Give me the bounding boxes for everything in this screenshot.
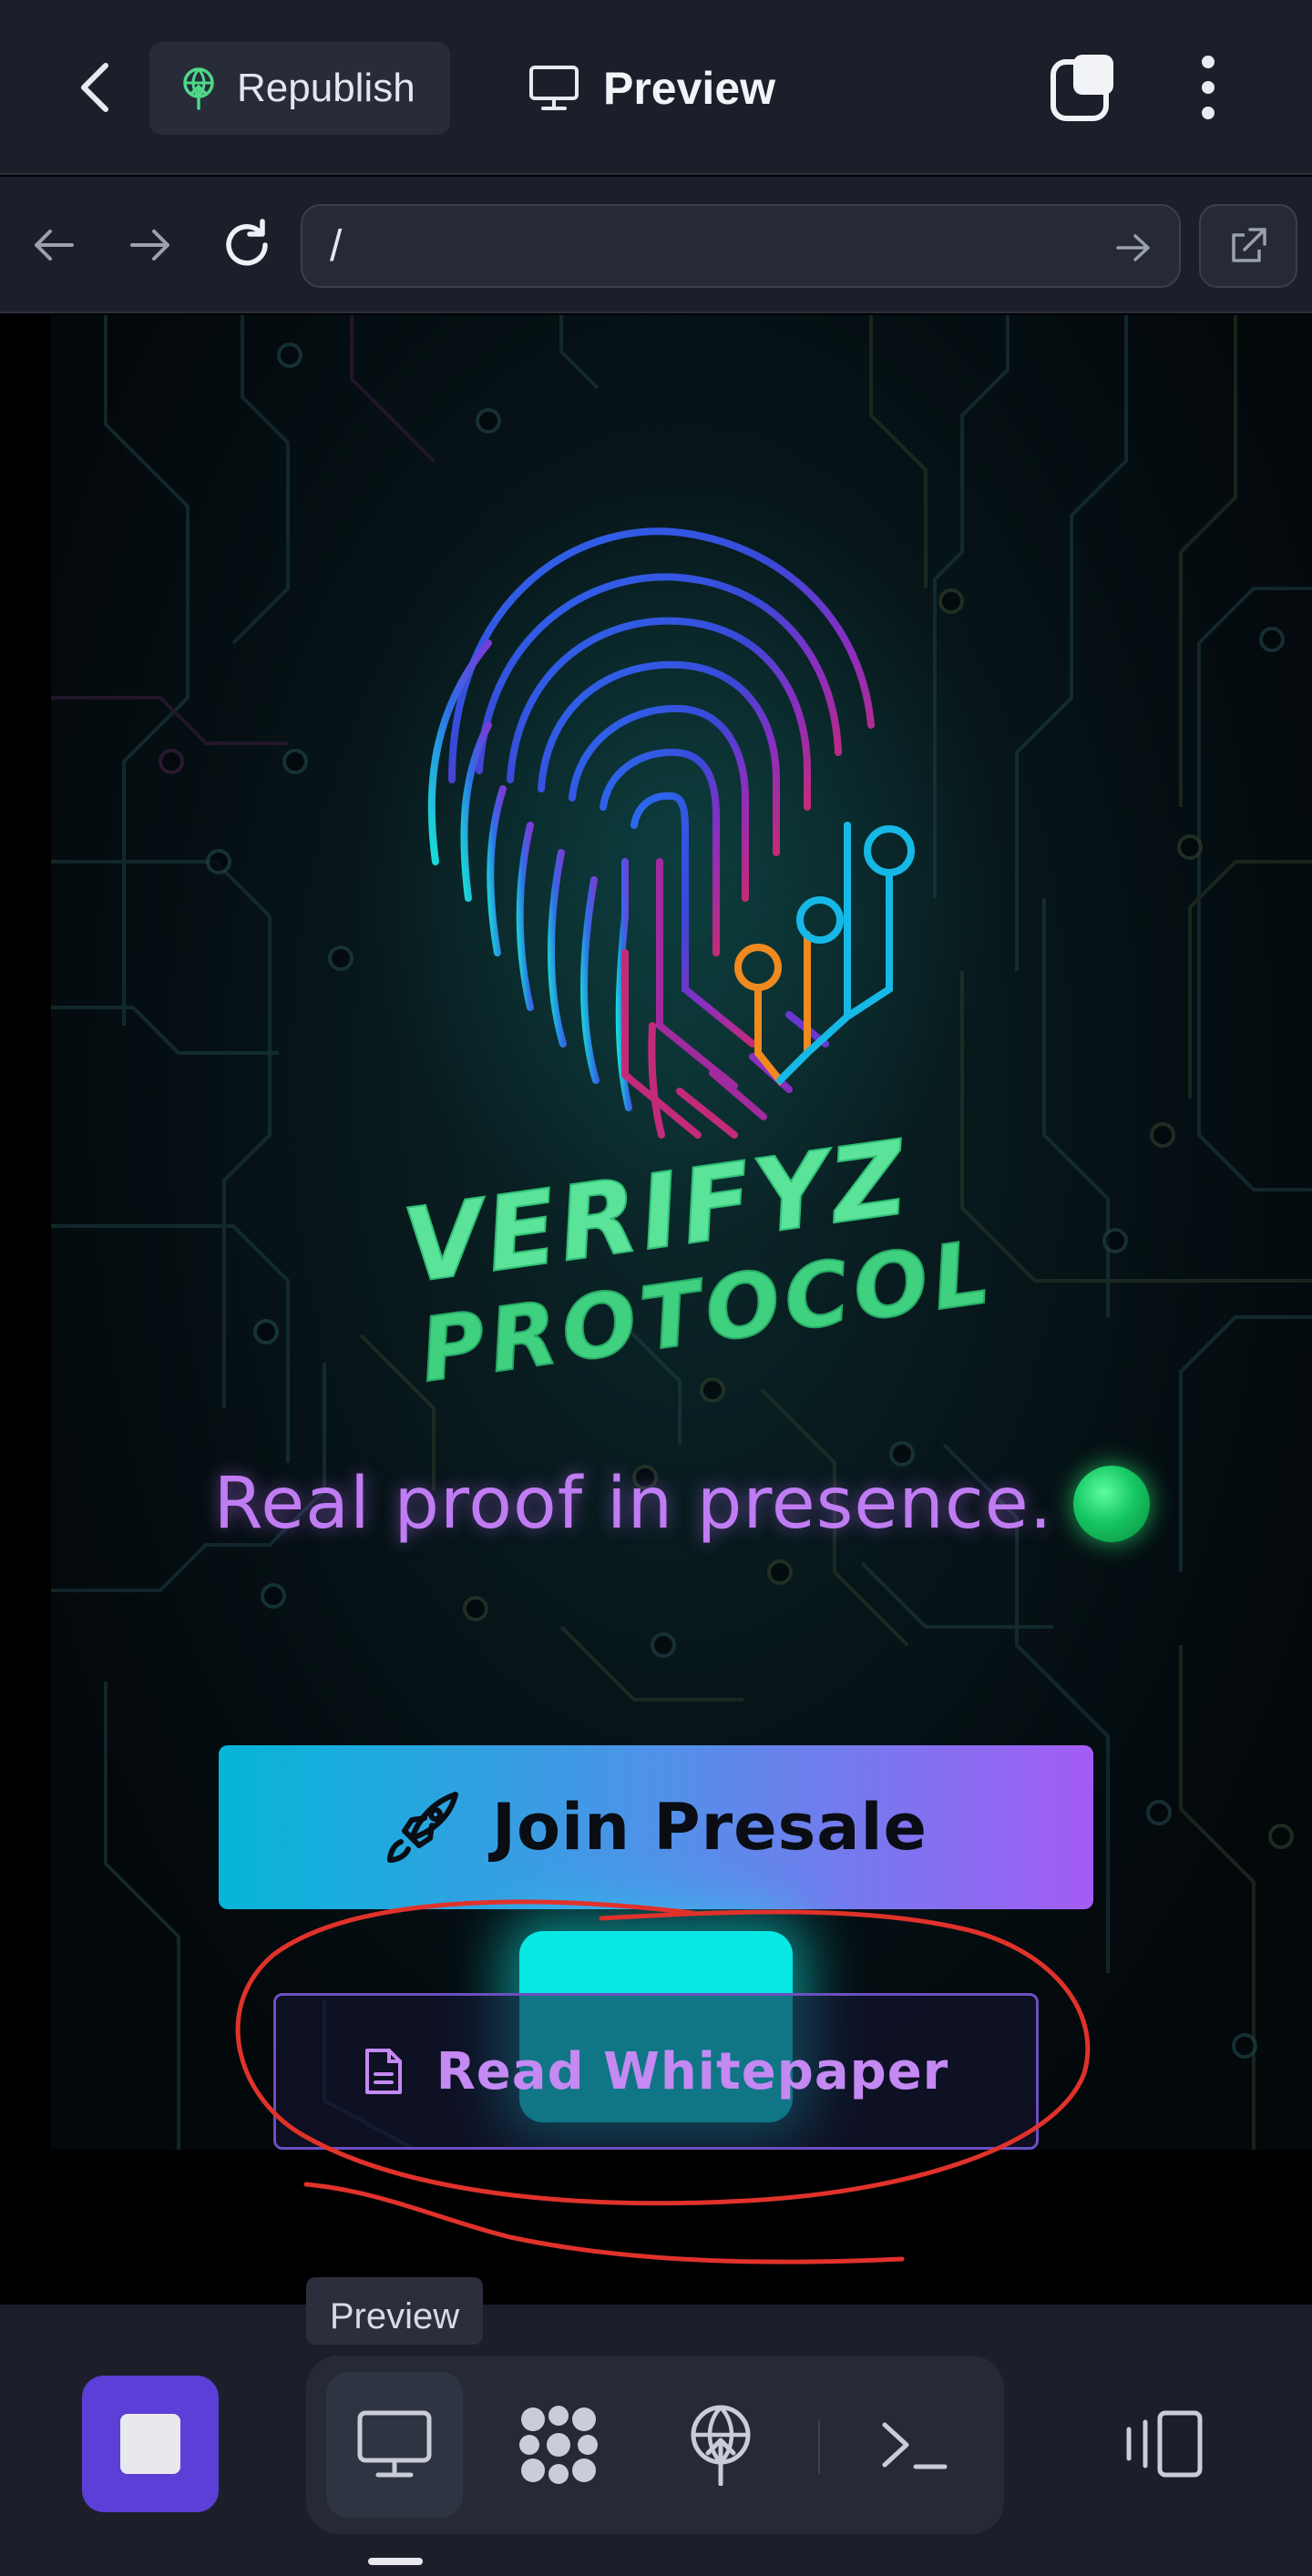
url-bar[interactable] bbox=[301, 204, 1181, 288]
republish-button[interactable]: Republish bbox=[149, 42, 450, 135]
preview-tab[interactable]: Preview bbox=[528, 42, 775, 135]
site-hero: VERIFYZ PROTOCOL Real proof in presence.… bbox=[51, 315, 1312, 2150]
devices-icon bbox=[1126, 2410, 1203, 2478]
back-button[interactable] bbox=[62, 55, 128, 120]
document-icon bbox=[364, 2049, 402, 2094]
rocket-icon bbox=[386, 1792, 458, 1863]
tool-apps[interactable] bbox=[490, 2372, 627, 2518]
preview-viewport: VERIFYZ PROTOCOL Real proof in presence.… bbox=[0, 315, 1312, 2305]
monitor-icon bbox=[529, 66, 579, 110]
republish-label: Republish bbox=[237, 66, 415, 110]
home-indicator bbox=[368, 2558, 423, 2565]
republish-icon bbox=[183, 67, 214, 110]
url-go-icon bbox=[1116, 234, 1150, 261]
join-presale-label: Join Presale bbox=[491, 1790, 928, 1865]
bottom-toolbar bbox=[0, 2305, 1312, 2576]
deploy-icon bbox=[691, 2405, 751, 2486]
stop-icon bbox=[120, 2414, 180, 2474]
open-external-icon bbox=[1232, 228, 1266, 262]
devices-button[interactable] bbox=[1102, 2376, 1221, 2512]
join-presale-button[interactable]: Join Presale bbox=[219, 1745, 1093, 1909]
browser-toolbar bbox=[0, 177, 1312, 313]
tabs-button[interactable] bbox=[1048, 51, 1121, 124]
read-whitepaper-label: Read Whitepaper bbox=[436, 2041, 949, 2101]
verifyz-logo: VERIFYZ PROTOCOL bbox=[352, 479, 1008, 1390]
tool-group bbox=[306, 2356, 1004, 2534]
tooltip-text: Preview bbox=[329, 2296, 460, 2336]
preview-tab-label: Preview bbox=[603, 63, 776, 114]
monitor-icon bbox=[357, 2410, 432, 2478]
reload-icon bbox=[226, 219, 268, 266]
tool-preview[interactable] bbox=[326, 2372, 463, 2518]
browser-forward-button[interactable] bbox=[117, 211, 184, 279]
arrow-left-icon bbox=[35, 230, 74, 261]
kebab-icon bbox=[1202, 56, 1215, 68]
browser-back-button[interactable] bbox=[20, 211, 87, 279]
reload-button[interactable] bbox=[213, 211, 281, 279]
tool-deploy[interactable] bbox=[652, 2372, 789, 2518]
arrow-right-icon bbox=[130, 230, 169, 261]
tool-shell[interactable] bbox=[846, 2372, 982, 2518]
read-whitepaper-button[interactable]: Read Whitepaper bbox=[273, 1993, 1039, 2150]
toolbar-divider bbox=[818, 2419, 820, 2474]
app-header: Republish Preview bbox=[0, 0, 1312, 175]
stop-button[interactable] bbox=[82, 2376, 219, 2512]
url-go-button[interactable] bbox=[1108, 222, 1159, 273]
tagline: Real proof in presence. bbox=[51, 1463, 1312, 1545]
tabs-icon bbox=[1051, 55, 1113, 121]
preview-tooltip: Preview bbox=[306, 2277, 483, 2345]
url-input[interactable] bbox=[330, 220, 1077, 271]
terminal-icon bbox=[882, 2422, 948, 2469]
tagline-text: Real proof in presence. bbox=[213, 1463, 1053, 1545]
open-external-button[interactable] bbox=[1199, 204, 1297, 288]
back-icon bbox=[81, 63, 108, 112]
green-dot-icon bbox=[1072, 1466, 1150, 1542]
apps-icon bbox=[519, 2406, 598, 2484]
more-menu-button[interactable] bbox=[1181, 51, 1235, 124]
